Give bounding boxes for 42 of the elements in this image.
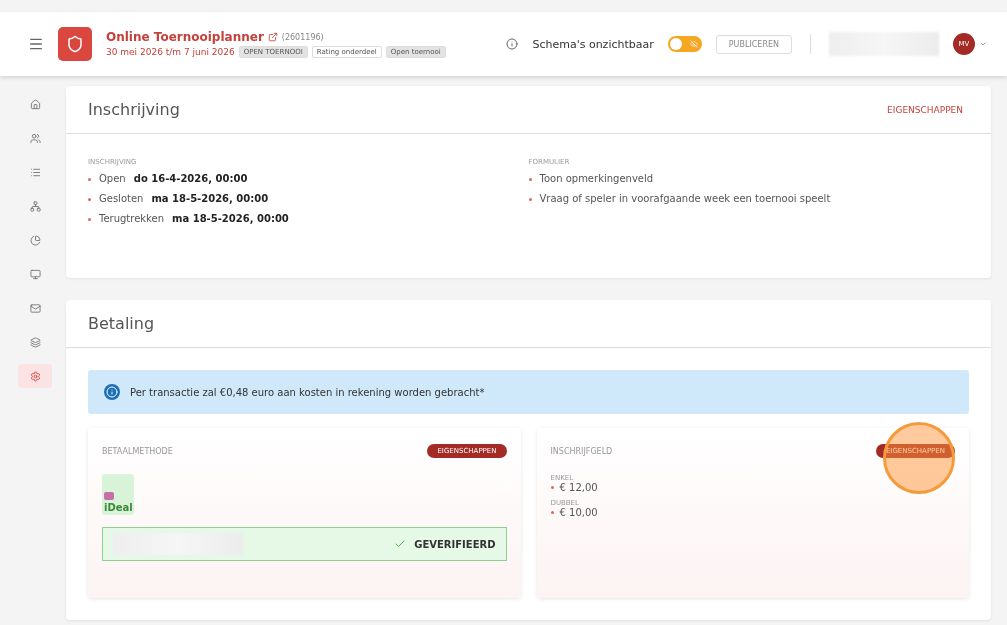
monitor-icon (29, 268, 41, 280)
section-heading: INSCHRIJFGELD (550, 446, 613, 456)
info-icon (104, 384, 120, 400)
caret-icon[interactable] (979, 40, 987, 48)
section-heading: BETAALMETHODE (102, 446, 173, 456)
properties-link[interactable]: EIGENSCHAPPEN (881, 103, 969, 116)
notice-text: Per transactie zal €0,48 euro aan kosten in rekening worden gebracht* (130, 386, 485, 398)
card-title: Inschrijving (88, 100, 180, 119)
card-title: Betaling (88, 314, 155, 333)
menu-icon[interactable] (28, 36, 44, 52)
mail-icon (29, 302, 41, 314)
sidebar-item[interactable] (18, 364, 52, 388)
layers-icon (29, 336, 41, 348)
ideal-option[interactable]: iDeal (102, 474, 134, 515)
tournament-title[interactable]: Online Toernooiplanner (106, 30, 264, 44)
check-icon (394, 538, 407, 550)
fee-value: € 12,00 (559, 482, 598, 493)
hierarchy-icon (29, 200, 41, 212)
fee-value: € 10,00 (559, 507, 598, 518)
visibility-label: Schema's onzichtbaar (532, 37, 654, 51)
item-label: Open (99, 172, 126, 186)
ideal-icon (104, 492, 114, 500)
pie-chart-icon (29, 234, 41, 246)
eye-off-icon (689, 40, 698, 48)
list-icon (29, 166, 41, 178)
verified-status: GEVERIFIEERD (414, 538, 496, 550)
item-label: Terugtrekken (99, 212, 165, 226)
visibility-toggle[interactable] (667, 36, 702, 52)
tournament-id: (2601196) (281, 32, 324, 42)
info-icon (506, 38, 519, 50)
tournament-dates: 30 mei 2026 t/m 7 juni 2026 (106, 47, 235, 57)
external-link-icon[interactable] (267, 32, 278, 42)
item-value: do 16-4-2026, 00:00 (133, 172, 248, 186)
item-value: ma 18-5-2026, 00:00 (172, 212, 289, 226)
item-value: ma 18-5-2026, 00:00 (151, 192, 269, 206)
shield-logo (58, 27, 92, 61)
item-label: Gesloten (99, 192, 144, 206)
item-label: Vraag of speler in voorafgaande week een toernooi speelt (539, 192, 831, 206)
home-icon (29, 98, 41, 110)
item-label: Toon opmerkingenveld (539, 172, 654, 186)
settings-icon (29, 370, 41, 382)
users-icon (29, 132, 41, 144)
